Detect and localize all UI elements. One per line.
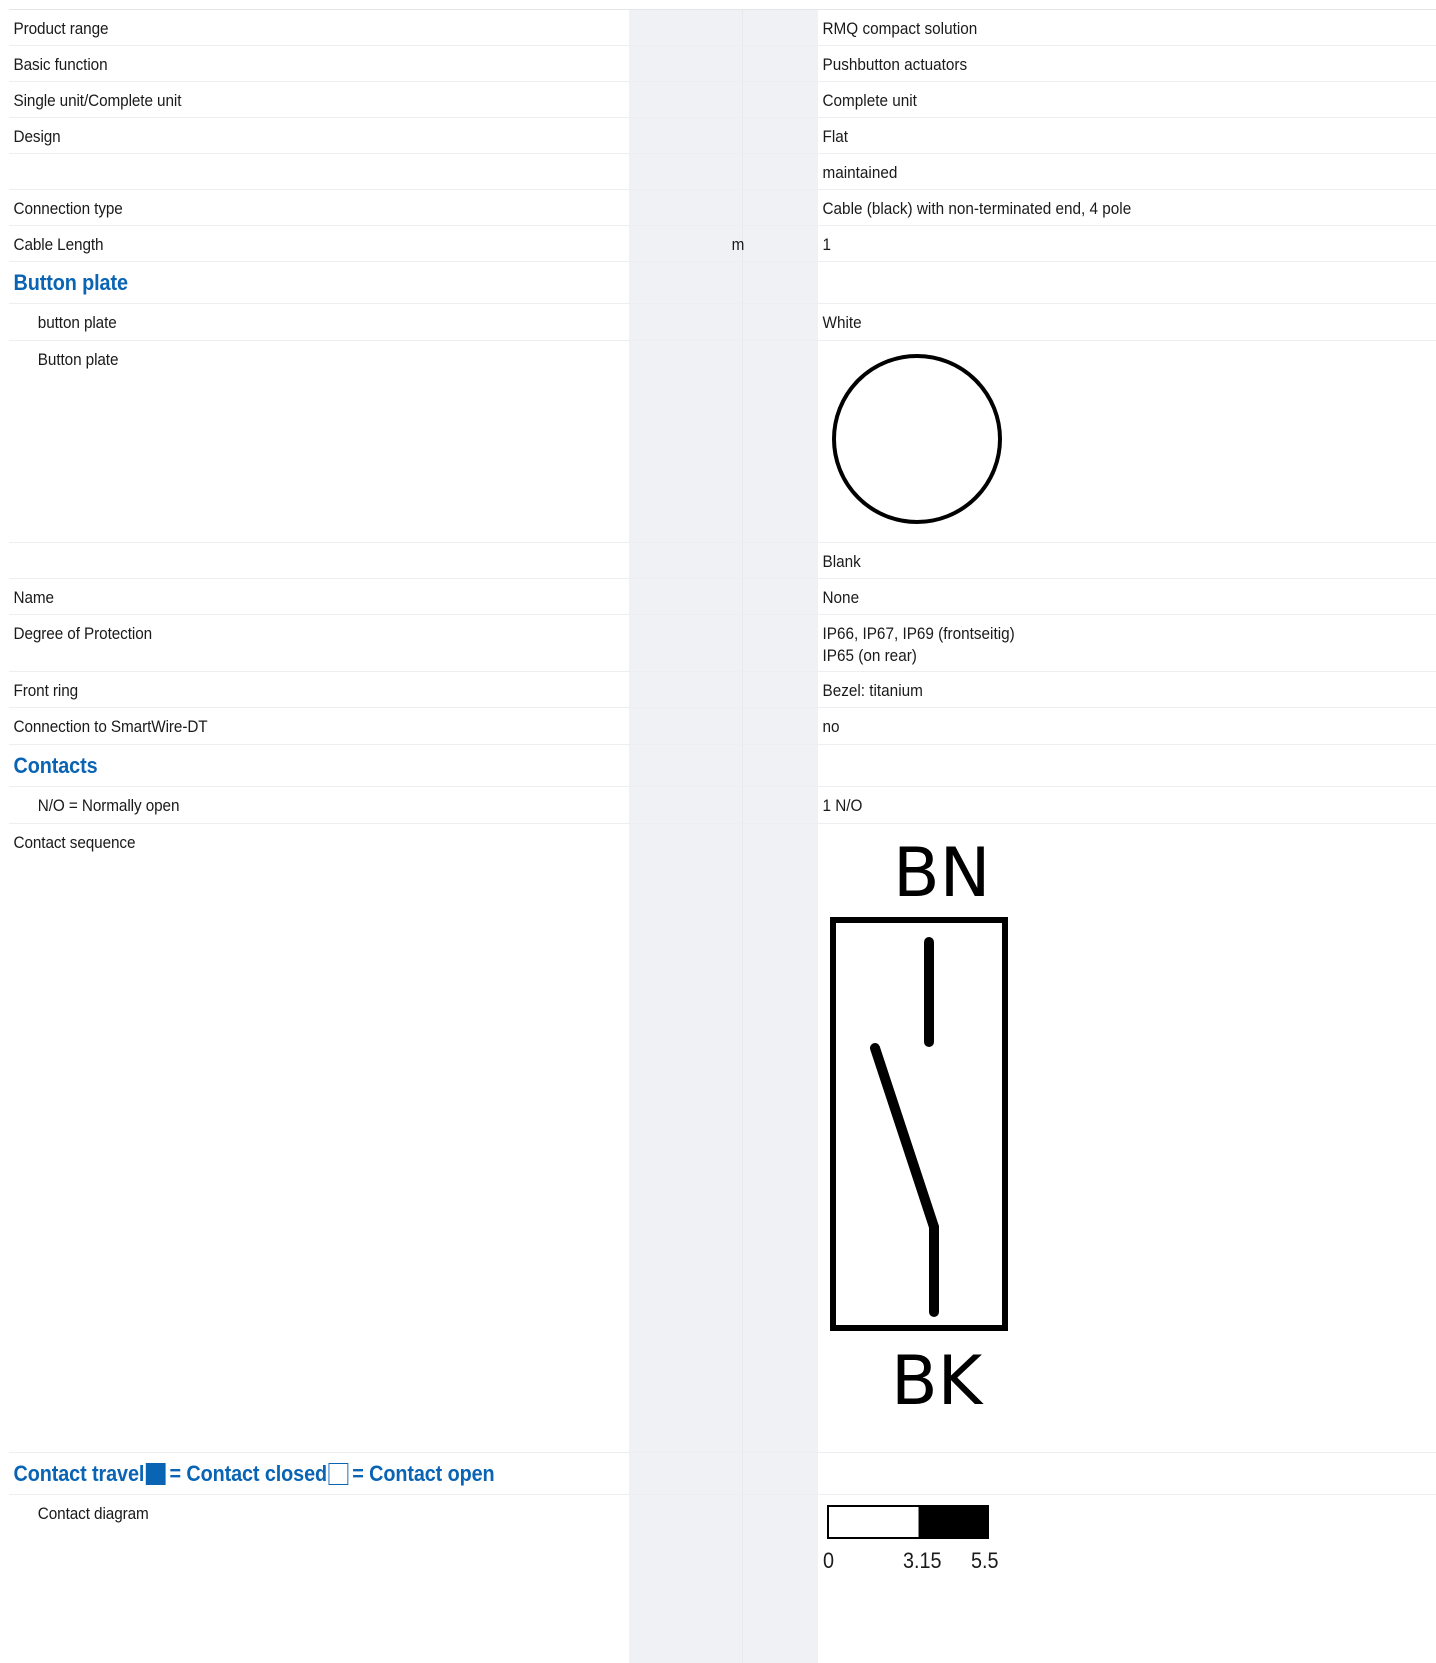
spec-unit <box>629 787 799 823</box>
spec-unit <box>629 82 799 117</box>
spec-label: Single unit/Complete unit <box>13 91 182 110</box>
spec-unit <box>629 708 799 744</box>
spec-row-cable-length: Cable Length m 1 <box>9 226 1436 262</box>
spec-row-normally-open: N/O = Normally open 1 N/O <box>9 787 1436 824</box>
spec-unit <box>629 543 799 578</box>
spec-unit <box>629 824 799 1452</box>
spec-value: 1 N/O <box>822 796 863 815</box>
spec-label: Connection to SmartWire-DT <box>13 717 208 736</box>
protection-rear: IP65 (on rear) <box>822 646 917 665</box>
protection-front: IP66, IP67, IP69 (frontseitig) <box>822 624 1015 643</box>
spec-value: maintained <box>822 163 898 182</box>
spec-unit <box>629 341 799 542</box>
travel-tick-label: 3.15 <box>902 1548 942 1573</box>
spec-label: Degree of Protection <box>13 624 153 643</box>
spec-label: Name <box>13 588 55 607</box>
spec-label: button plate <box>37 313 117 332</box>
contact-travel-diagram: 0 3.15 5.5 <box>823 1505 1067 1585</box>
spec-unit <box>629 1453 799 1494</box>
spec-label: Front ring <box>13 681 79 700</box>
spec-row-unit-type: Single unit/Complete unit Complete unit <box>9 82 1436 118</box>
spec-label: N/O = Normally open <box>37 796 180 815</box>
spec-value: Bezel: titanium <box>822 681 923 700</box>
travel-closed-segment <box>918 1505 989 1539</box>
spec-unit <box>629 118 799 153</box>
spec-row-product-range: Product range RMQ compact solution <box>9 10 1436 46</box>
contact-travel-legend: Contact travel = Contact closed = Contac… <box>14 1461 563 1487</box>
section-contacts: Contacts <box>9 745 1436 787</box>
spec-value: Blank <box>822 552 861 571</box>
spec-value: Flat <box>822 127 849 146</box>
legend-closed-text: = Contact closed <box>169 1461 328 1486</box>
spec-value: White <box>822 313 862 332</box>
spec-value <box>818 1453 1374 1494</box>
spec-unit <box>629 672 799 707</box>
spec-value: no <box>822 717 840 736</box>
legend-title: Contact travel <box>13 1461 145 1486</box>
spec-row-design-variant: maintained <box>9 154 1436 190</box>
spec-value <box>818 262 1374 303</box>
spec-value: RMQ compact solution <box>822 19 978 38</box>
spec-label: Basic function <box>13 55 108 74</box>
spec-value <box>818 745 1374 786</box>
contact-open-swatch <box>328 1463 349 1485</box>
spec-unit <box>629 10 799 45</box>
legend-cell: Contact travel = Contact closed = Contac… <box>9 1453 567 1494</box>
travel-open-segment <box>827 1505 921 1539</box>
spec-label: Contact sequence <box>13 833 136 852</box>
contact-travel-legend-row: Contact travel = Contact closed = Contac… <box>9 1453 1436 1495</box>
spec-label: Button plate <box>37 350 119 369</box>
travel-tick-label: 5.5 <box>971 1548 999 1573</box>
spec-row-design: Design Flat <box>9 118 1436 154</box>
spec-label: Contact diagram <box>37 1504 149 1523</box>
section-heading: Contacts <box>13 753 98 778</box>
top-terminal-label: BN <box>893 834 991 913</box>
contact-sequence-diagram: BN BK <box>830 834 1008 1414</box>
spec-row-smartwire: Connection to SmartWire-DT no <box>9 708 1436 745</box>
spec-row-button-plate-image: Button plate <box>9 341 1436 543</box>
spec-label <box>9 543 567 578</box>
contact-closed-swatch <box>146 1463 166 1485</box>
spec-row-degree-of-protection: Degree of Protection IP66, IP67, IP69 (f… <box>9 615 1436 672</box>
spec-label: Design <box>13 127 61 146</box>
spec-unit: m <box>731 235 745 254</box>
spec-row-connection-type: Connection type Cable (black) with non-t… <box>9 190 1436 226</box>
spec-row-front-ring: Front ring Bezel: titanium <box>9 672 1436 708</box>
spec-row-button-plate-color: button plate White <box>9 304 1436 341</box>
spec-unit <box>629 304 799 340</box>
spec-label: Product range <box>13 19 109 38</box>
spec-unit <box>629 1495 799 1625</box>
spec-value: Complete unit <box>822 91 917 110</box>
contact-travel-bar <box>827 1505 989 1539</box>
spec-unit <box>629 615 799 671</box>
spec-label <box>9 154 567 189</box>
section-button-plate: Button plate <box>9 262 1436 304</box>
spec-row-contact-sequence: Contact sequence BN BK <box>9 824 1436 1453</box>
spec-unit <box>629 579 799 614</box>
spec-value: 1 <box>822 235 832 254</box>
spec-row-name: Name None <box>9 579 1436 615</box>
contact-housing-frame <box>830 917 1008 1331</box>
spec-unit <box>629 262 799 303</box>
product-spec-table: Product range RMQ compact solution Basic… <box>9 10 1436 1625</box>
spec-value: IP66, IP67, IP69 (frontseitig) IP65 (on … <box>818 615 1374 671</box>
bottom-terminal-label: BK <box>891 1342 985 1414</box>
spec-row-basic-function: Basic function Pushbutton actuators <box>9 46 1436 82</box>
spec-unit <box>629 745 799 786</box>
spec-value: None <box>822 588 860 607</box>
spec-row-contact-diagram: Contact diagram 0 3.15 5.5 <box>9 1495 1436 1625</box>
spec-unit <box>629 190 799 225</box>
contact-switch-blade <box>870 1043 939 1232</box>
legend-open-text: = Contact open <box>352 1461 495 1486</box>
spec-unit <box>629 46 799 81</box>
spec-value: Cable (black) with non-terminated end, 4… <box>822 199 1132 218</box>
spec-unit <box>629 154 799 189</box>
spec-label: Connection type <box>13 199 123 218</box>
button-plate-circle-icon <box>832 354 1002 524</box>
travel-tick-label: 0 <box>823 1548 835 1573</box>
section-heading: Button plate <box>13 270 129 295</box>
spec-label: Cable Length <box>13 235 104 254</box>
spec-value: Pushbutton actuators <box>822 55 968 74</box>
spec-row-button-plate-marking: Blank <box>9 543 1436 579</box>
